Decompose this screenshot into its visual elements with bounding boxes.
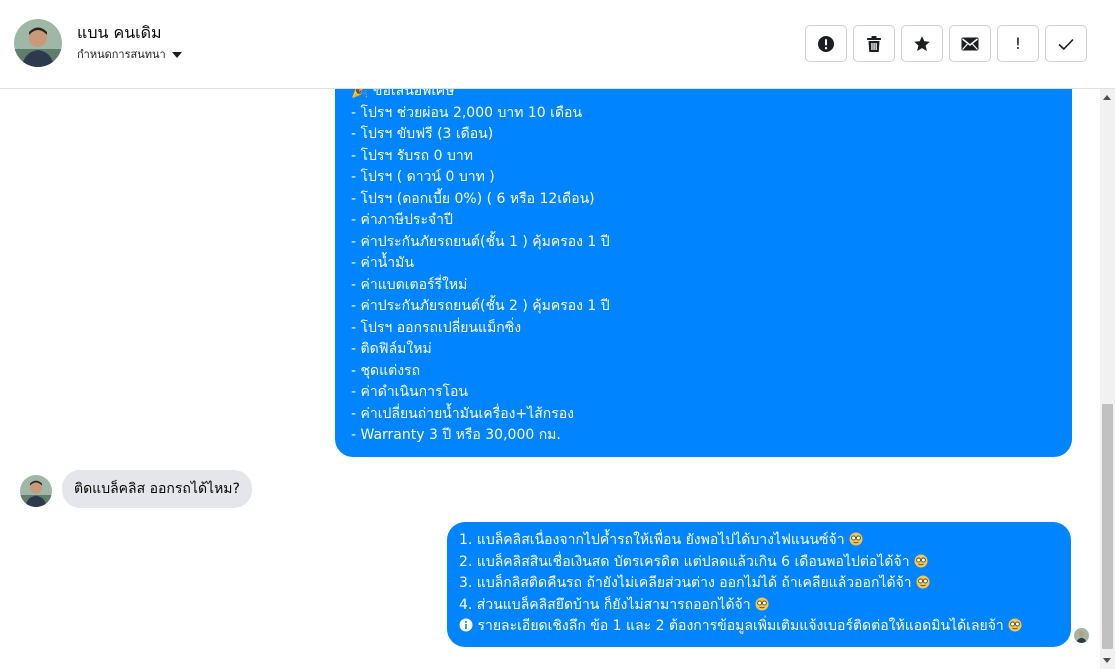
promo-line: - โปรฯ ( ดาวน์ 0 บาท ) — [351, 169, 495, 185]
reply-line-text: 1. แบล็คลิสเนื่องจากไปค้ำรถให้เพื่อน ยัง… — [459, 532, 845, 548]
message-list[interactable]: 🎉 ข้อเสนอพิเศษ - โปรฯ ช่วยผ่อน 2,000 บาท… — [0, 89, 1100, 669]
person-avatar-icon — [1074, 628, 1089, 643]
conversation-schedule-label: กำหนดการสนทนา — [77, 48, 166, 61]
reply-line: 4. ส่วนแบล็คลิสยึดบ้าน ก็ยังไม่สามารถออก… — [459, 595, 1061, 617]
reply-line-text: 2. แบล็คลิสสินเชื่อเงินสด บัตรเครดิต แต่… — [459, 553, 910, 570]
conversation-toolbar: ! — [805, 25, 1087, 62]
nerd-face-icon — [1008, 618, 1022, 632]
scroll-down-arrow-icon[interactable] — [1103, 658, 1111, 663]
scrollbar-thumb[interactable] — [1102, 404, 1113, 649]
promo-line: - Warranty 3 ปี หรือ 30,000 กม. — [351, 427, 561, 443]
nerd-face-icon — [849, 532, 863, 546]
promo-line: - ติดฟิล์มใหม่ — [351, 341, 432, 357]
incoming-message[interactable]: ติดแบล็คลิส ออกรถได้ไหม? — [62, 470, 252, 508]
reply-line: รายละเอียดเชิงลึก ข้อ 1 และ 2 ต้องการข้อ… — [459, 616, 1061, 638]
promo-line: - โปรฯ ช่วยผ่อน 2,000 บาท 10 เดือน — [351, 104, 583, 121]
promo-line: - โปรฯ ขับฟรี (3 เดือน) — [351, 126, 494, 142]
promo-line: - ค่าน้ำมัน — [351, 255, 414, 271]
promo-line: - ค่าดำเนินการโอน — [351, 384, 468, 400]
checkmark-icon — [1058, 38, 1074, 50]
nerd-face-icon — [916, 575, 930, 589]
contact-name[interactable]: แบน คนเดิม — [77, 21, 162, 46]
reply-line: 3. แบล็กลิสติดคืนรถ ถ้ายังไม่เคลียส่วนต่… — [459, 573, 1061, 595]
conversation-schedule-dropdown[interactable]: กำหนดการสนทนา — [77, 45, 182, 63]
incoming-message-text: ติดแบล็คลิส ออกรถได้ไหม? — [74, 481, 240, 497]
mail-button[interactable] — [949, 25, 991, 62]
alert-circle-icon — [818, 35, 834, 52]
promo-line: - โปรฯ (ดอกเบี้ย 0%) ( 6 หรือ 12เดือน) — [351, 190, 595, 207]
seen-indicator-avatar — [1074, 628, 1089, 643]
important-button[interactable]: ! — [997, 25, 1039, 62]
star-button[interactable] — [901, 25, 943, 62]
scroll-up-arrow-icon[interactable] — [1103, 95, 1111, 100]
vertical-scrollbar[interactable] — [1100, 89, 1115, 669]
nerd-face-icon — [914, 554, 928, 567]
person-avatar-icon — [20, 475, 52, 507]
person-avatar-icon — [14, 19, 62, 67]
promo-line: - ค่าแบตเตอร์รี่ใหม่ — [351, 276, 468, 293]
outgoing-message-promo[interactable]: 🎉 ข้อเสนอพิเศษ - โปรฯ ช่วยผ่อน 2,000 บาท… — [335, 89, 1072, 457]
conversation-header: แบน คนเดิม กำหนดการสนทนา ! — [0, 0, 1115, 89]
promo-line: - ชุดแต่งรถ — [351, 362, 421, 379]
envelope-icon — [961, 37, 979, 50]
promo-header: 🎉 ข้อเสนอพิเศษ — [351, 89, 455, 99]
promo-line: - ค่าเปลี่ยนถ่ายน้ำมันเครื่อง+ไส้กรอง — [351, 405, 574, 422]
promo-line: - ค่าภาษีประจำปี — [351, 212, 453, 228]
alert-button[interactable] — [805, 25, 847, 62]
promo-line: - โปรฯ รับรถ 0 บาท — [351, 147, 473, 164]
nerd-face-icon — [755, 597, 769, 610]
outgoing-message-reply[interactable]: 1. แบล็คลิสเนื่องจากไปค้ำรถให้เพื่อน ยัง… — [447, 522, 1071, 647]
promo-line: - ค่าประกันภัยรถยนต์(ชั้น 2 ) คุ้มครอง 1… — [351, 298, 610, 314]
reply-line: 2. แบล็คลิสสินเชื่อเงินสด บัตรเครดิต แต่… — [459, 552, 1061, 574]
done-button[interactable] — [1045, 25, 1087, 62]
reply-line: 1. แบล็คลิสเนื่องจากไปค้ำรถให้เพื่อน ยัง… — [459, 530, 1061, 552]
reply-line-text: 4. ส่วนแบล็คลิสยึดบ้าน ก็ยังไม่สามารถออก… — [459, 596, 751, 613]
sender-avatar[interactable] — [20, 475, 52, 507]
contact-avatar[interactable] — [14, 19, 62, 67]
info-icon — [459, 618, 473, 632]
reply-line-text: 3. แบล็กลิสติดคืนรถ ถ้ายังไม่เคลียส่วนต่… — [459, 575, 912, 591]
caret-down-icon — [171, 51, 182, 58]
exclamation-icon: ! — [1014, 34, 1022, 53]
delete-button[interactable] — [853, 25, 895, 62]
promo-line: - ค่าประกันภัยรถยนต์(ชั้น 1 ) คุ้มครอง 1… — [351, 233, 610, 250]
star-icon — [914, 35, 930, 51]
reply-line-text: รายละเอียดเชิงลึก ข้อ 1 และ 2 ต้องการข้อ… — [477, 618, 1004, 634]
trash-icon — [867, 35, 881, 52]
promo-line: - โปรฯ ออกรถเปลี่ยนแม็กซิ่ง — [351, 319, 522, 336]
